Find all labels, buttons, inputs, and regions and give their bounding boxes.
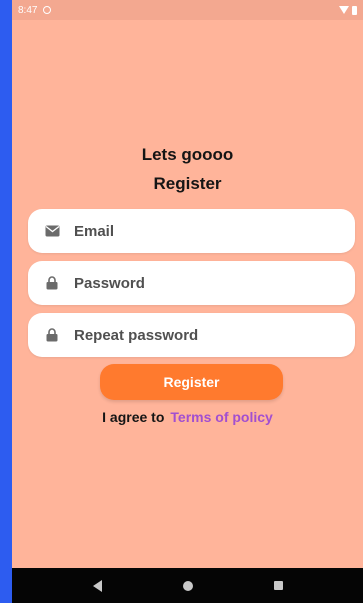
status-time: 8:47 (18, 4, 38, 16)
recents-icon[interactable] (273, 581, 283, 590)
navigation-bar (12, 568, 363, 603)
email-input[interactable] (74, 222, 314, 240)
email-field[interactable] (28, 209, 355, 253)
screen-subtitle: Register (153, 174, 222, 193)
phone-screen: 8:47 Lets goooo Register Email Register … (12, 0, 363, 603)
terms-of-policy-link[interactable]: Terms of policy (170, 409, 272, 425)
wifi-icon (339, 6, 349, 14)
lock-icon (44, 275, 60, 291)
back-icon[interactable] (92, 579, 102, 592)
agree-label: I agree to (102, 409, 165, 425)
repeat-password-input[interactable] (74, 326, 314, 344)
status-bar: 8:47 (12, 0, 363, 20)
password-input[interactable] (74, 274, 314, 292)
mail-icon (44, 223, 60, 239)
repeat-password-field[interactable] (28, 313, 355, 357)
screen-title: Lets goooo (141, 145, 234, 164)
register-button[interactable]: Register (100, 364, 283, 400)
lock-icon (44, 327, 60, 343)
home-icon[interactable] (182, 580, 193, 591)
battery-icon (352, 5, 357, 15)
password-field[interactable] (28, 261, 355, 305)
terms-agreement: I agree to Terms of policy (12, 409, 363, 425)
notification-icon (43, 6, 52, 14)
